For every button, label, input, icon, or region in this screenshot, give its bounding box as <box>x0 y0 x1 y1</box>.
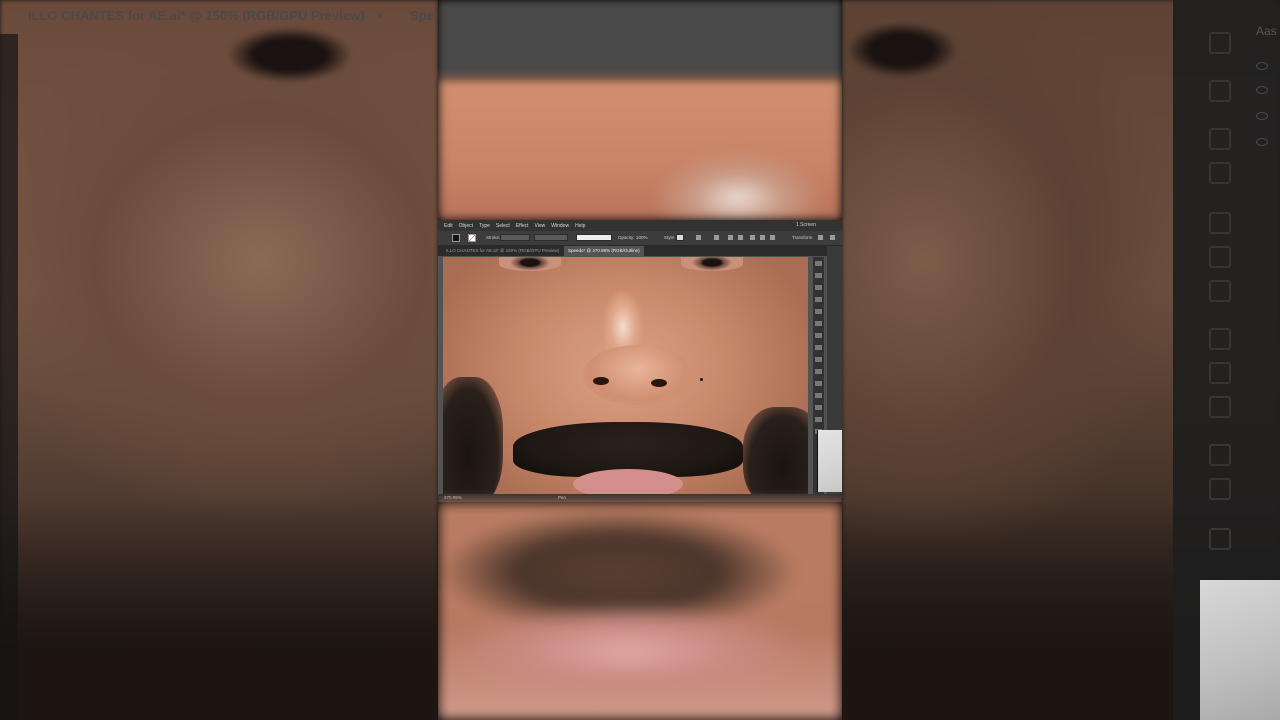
tab-speedo[interactable]: Speedo* @ 270.99% (RGB/Outline) <box>564 246 644 256</box>
beard-left <box>443 377 503 494</box>
brush-definition-field[interactable] <box>576 234 612 241</box>
rectangle-tool-icon[interactable] <box>815 333 822 338</box>
menu-object[interactable]: Object <box>459 223 473 229</box>
direct-selection-tool-icon[interactable] <box>815 273 822 278</box>
illustrator-window: Edit Object Type Select Effect View Wind… <box>438 220 842 502</box>
pen-tool-icon[interactable] <box>815 285 822 290</box>
character-icon <box>1209 328 1231 350</box>
menu-view[interactable]: View <box>535 223 546 229</box>
recolor-icon[interactable] <box>696 235 701 240</box>
pencil-tool-icon[interactable] <box>815 357 822 362</box>
target-icon <box>1209 162 1231 184</box>
menu-type[interactable]: Type <box>479 223 490 229</box>
transform-link[interactable]: Transform <box>792 235 812 240</box>
line-tool-icon[interactable] <box>815 321 822 326</box>
paintbrush-tool-icon[interactable] <box>815 345 822 350</box>
eye-icon <box>1256 86 1268 94</box>
hand-icon <box>1209 80 1231 102</box>
current-tool: Pen <box>558 495 567 500</box>
align-icon <box>1209 246 1231 268</box>
artboard-canvas[interactable] <box>443 257 808 494</box>
stroke-swatch[interactable] <box>468 234 476 242</box>
eye-icon <box>1256 112 1268 120</box>
left-nostril <box>593 377 609 385</box>
align-left-icon[interactable] <box>714 235 719 240</box>
image-icon <box>1209 528 1231 550</box>
pathfinder-icon <box>1209 280 1231 302</box>
swatches-icon <box>1209 444 1231 466</box>
curvature-tool-icon[interactable] <box>815 297 822 302</box>
align-middle-icon[interactable] <box>760 235 765 240</box>
right-nostril <box>651 379 667 387</box>
background-panel-label: Aas <box>1256 24 1277 38</box>
align-center-icon[interactable] <box>728 235 733 240</box>
background-face-left <box>0 0 438 720</box>
scale-tool-icon[interactable] <box>815 393 822 398</box>
menu-edit[interactable]: Edit <box>444 223 453 229</box>
eraser-tool-icon[interactable] <box>815 369 822 374</box>
rotate-tool-icon[interactable] <box>815 381 822 386</box>
options-icon[interactable] <box>830 235 835 240</box>
zoomed-mustache-lips <box>438 502 842 720</box>
selection-tool-icon[interactable] <box>815 261 822 266</box>
menu-effect[interactable]: Effect <box>516 223 529 229</box>
tab-illo-chantes[interactable]: ILLO CHANTES for AE.ai* @ 150% (RGB/GPU … <box>442 246 563 256</box>
eye-icon <box>1256 138 1268 146</box>
workspace-switcher[interactable]: 1 Screen <box>796 222 816 228</box>
zoom-level[interactable]: 270.99% <box>444 495 462 500</box>
short-video-frame: Edit Object Type Select Effect View Wind… <box>438 0 842 720</box>
zoomed-eyes-nose <box>438 0 842 220</box>
variable-width-field[interactable] <box>534 234 568 241</box>
shape-builder-tool-icon[interactable] <box>815 417 822 422</box>
control-bar: Stroke: Opacity: 100% Style: Transform <box>438 231 842 246</box>
artboard-icon <box>1209 212 1231 234</box>
video-frame: ILLO CHANTES for AE.ai* @ 150% (RGB/GPU … <box>0 0 1280 720</box>
eye-icon <box>1256 62 1268 70</box>
palette-icon <box>1209 128 1231 150</box>
opacity-label: Opacity: <box>618 235 635 240</box>
close-icon: × <box>376 8 384 23</box>
style-swatch[interactable] <box>676 234 684 241</box>
style-label: Style: <box>664 235 676 240</box>
background-tool-rail <box>0 34 18 720</box>
paragraph-icon <box>1209 362 1231 384</box>
fill-swatch[interactable] <box>452 234 460 242</box>
webcam-overlay-small <box>817 430 842 492</box>
background-doc-tab-2: Spe <box>410 8 434 23</box>
align-top-icon[interactable] <box>750 235 755 240</box>
status-bar: 270.99% Pen <box>438 494 842 502</box>
webcam-overlay <box>1200 580 1280 720</box>
isolate-icon[interactable] <box>818 235 823 240</box>
opacity-value[interactable]: 100% <box>636 235 648 240</box>
width-tool-icon[interactable] <box>815 405 822 410</box>
stroke-label: Stroke: <box>486 235 501 240</box>
background-doc-tab: ILLO CHANTES for AE.ai* @ 150% (RGB/GPU … <box>28 8 365 23</box>
type-tool-icon[interactable] <box>815 309 822 314</box>
brushes-icon <box>1209 478 1231 500</box>
right-eye <box>681 257 743 271</box>
opentype-icon <box>1209 396 1231 418</box>
align-bottom-icon[interactable] <box>770 235 775 240</box>
lips <box>573 469 683 494</box>
beard-right <box>743 407 808 494</box>
nose <box>583 345 693 405</box>
menu-help[interactable]: Help <box>575 223 585 229</box>
menu-bar: Edit Object Type Select Effect View Wind… <box>438 220 842 231</box>
left-eye <box>499 257 561 271</box>
menu-window[interactable]: Window <box>551 223 569 229</box>
stroke-weight-field[interactable] <box>500 234 530 241</box>
align-right-icon[interactable] <box>738 235 743 240</box>
pen-cursor <box>700 378 703 381</box>
hamburger-icon <box>1209 32 1231 54</box>
document-tabs: ILLO CHANTES for AE.ai* @ 150% (RGB/GPU … <box>438 246 842 256</box>
menu-select[interactable]: Select <box>496 223 510 229</box>
